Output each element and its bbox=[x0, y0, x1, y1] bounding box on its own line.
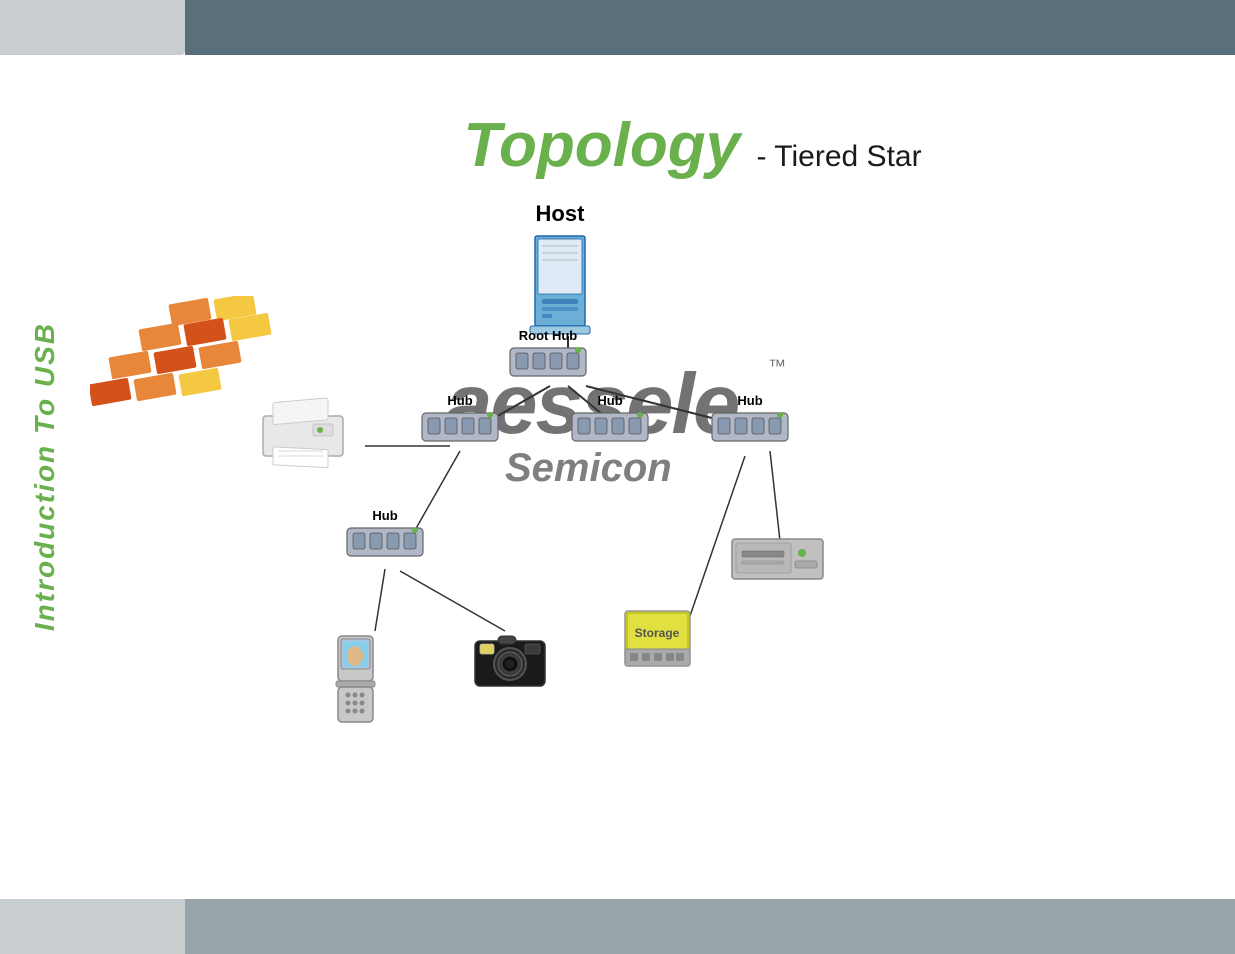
sidebar: Introduction To USB bbox=[0, 55, 90, 899]
hub3-node: Hub bbox=[710, 391, 790, 446]
topology-lines bbox=[90, 191, 1235, 771]
bottom-bar-left bbox=[0, 899, 185, 954]
host-label: Host bbox=[536, 201, 585, 227]
hub4-node: Hub bbox=[345, 506, 425, 561]
hub3-label: Hub bbox=[737, 393, 762, 408]
title-area: Topology - Tiered Star bbox=[150, 55, 1235, 181]
title-subtitle: - Tiered Star bbox=[757, 140, 922, 173]
hub2-label: Hub bbox=[597, 393, 622, 408]
hub2-node: Hub bbox=[570, 391, 650, 446]
sidebar-label: Introduction To USB bbox=[29, 322, 61, 631]
host-node: Host bbox=[520, 201, 600, 341]
top-bar-right bbox=[185, 0, 1235, 55]
hub1-label: Hub bbox=[447, 393, 472, 408]
phone-node bbox=[328, 631, 383, 726]
drive-node bbox=[730, 531, 825, 586]
main-content: Topology - Tiered Star bbox=[90, 55, 1235, 899]
camera-node bbox=[470, 626, 550, 691]
bottom-bar-right bbox=[185, 899, 1235, 954]
top-bar-left bbox=[0, 0, 185, 55]
hub4-label: Hub bbox=[372, 508, 397, 523]
bottom-bar bbox=[0, 899, 1235, 954]
title-topology: Topology bbox=[463, 111, 740, 180]
svg-text:Storage: Storage bbox=[635, 626, 680, 640]
root-hub-label: Root Hub bbox=[519, 328, 577, 343]
root-hub-node: Root Hub bbox=[508, 326, 588, 381]
diagram-area: aessele ™ Semicon bbox=[90, 191, 1235, 771]
top-bar bbox=[0, 0, 1235, 55]
hub1-node: Hub bbox=[420, 391, 500, 446]
storage-node: Storage bbox=[620, 601, 695, 671]
printer-node bbox=[258, 396, 348, 471]
